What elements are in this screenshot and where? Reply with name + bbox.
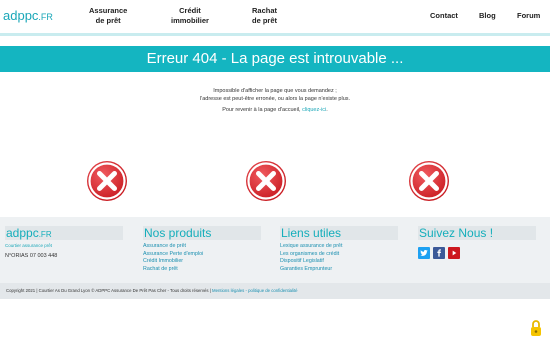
footer-products-title: Nos produits bbox=[143, 226, 261, 240]
site-logo[interactable]: adppc.FR bbox=[3, 8, 53, 23]
logo-main: adppc bbox=[3, 8, 39, 23]
logo-tld: .FR bbox=[38, 12, 53, 22]
error-x-icon bbox=[87, 161, 127, 201]
error-banner: Erreur 404 - La page est introuvable ... bbox=[0, 46, 550, 72]
social-links bbox=[418, 247, 536, 259]
footer-link[interactable]: Dispositif Legislatif bbox=[280, 258, 398, 266]
error-x-icon bbox=[409, 161, 449, 201]
back-home-link[interactable]: cliquez-ici bbox=[302, 107, 326, 113]
nav-label-line2: immobilier bbox=[171, 16, 209, 25]
header-divider bbox=[0, 33, 550, 36]
footer-link[interactable]: Garanties Emprunteur bbox=[280, 266, 398, 274]
youtube-icon[interactable] bbox=[448, 247, 460, 259]
footer-brand-name: adppc bbox=[6, 226, 39, 240]
footer-useful-column: Liens utiles Lexique assurance de prêt L… bbox=[280, 226, 398, 273]
footer-link[interactable]: Crédit Immobilier bbox=[143, 258, 261, 266]
footer-follow-column: Suivez Nous ! bbox=[418, 226, 536, 259]
padlock-icon[interactable] bbox=[530, 319, 542, 337]
nav-forum[interactable]: Forum bbox=[517, 11, 540, 20]
twitter-icon[interactable] bbox=[418, 247, 430, 259]
error-message-line1: Impossible d'afficher la page que vous d… bbox=[213, 88, 337, 94]
back-home-text: Pour revenir à la page d'accueil, clique… bbox=[0, 107, 550, 113]
back-home-prefix: Pour revenir à la page d'accueil, bbox=[222, 107, 303, 113]
nav-label-line1: Rachat bbox=[252, 6, 278, 15]
nav-label-line1: Assurance bbox=[89, 6, 128, 15]
back-home-suffix: . bbox=[326, 107, 328, 113]
nav-label-line2: de prêt bbox=[95, 16, 121, 25]
nav-label-line2: de prêt bbox=[252, 16, 278, 25]
footer-link[interactable]: Les organismes de crédit bbox=[280, 251, 398, 259]
legal-mentions-link[interactable]: Mentions légales - politique de confiden… bbox=[212, 288, 298, 293]
error-x-icon bbox=[246, 161, 286, 201]
footer-brand-column: adppc.FR Courtier assurance prêt N°ORIAS… bbox=[5, 226, 123, 259]
footer-products-links: Assurance de prêt Assurance Perte d'empl… bbox=[143, 243, 261, 273]
footer-brand-title: adppc.FR bbox=[5, 226, 123, 240]
nav-contact[interactable]: Contact bbox=[430, 11, 458, 20]
footer-link[interactable]: Rachat de prêt bbox=[143, 266, 261, 274]
footer-brand-subtitle: Courtier assurance prêt bbox=[5, 243, 53, 248]
footer-useful-links: Lexique assurance de prêt Les organismes… bbox=[280, 243, 398, 273]
footer-link[interactable]: Assurance Perte d'emploi bbox=[143, 251, 261, 259]
nav-credit-immobilier[interactable]: Crédit immobilier bbox=[171, 6, 209, 26]
footer-brand-tld: .FR bbox=[38, 230, 52, 239]
nav-rachat-de-pret[interactable]: Rachat de prêt bbox=[252, 6, 277, 26]
site-header: adppc.FR Assurance de prêt Crédit immobi… bbox=[0, 0, 550, 33]
facebook-icon[interactable] bbox=[433, 247, 445, 259]
nav-assurance-de-pret[interactable]: Assurance de prêt bbox=[89, 6, 127, 26]
nav-label-line1: Crédit bbox=[179, 6, 201, 15]
footer-useful-title: Liens utiles bbox=[280, 226, 398, 240]
nav-blog[interactable]: Blog bbox=[479, 11, 496, 20]
copyright-text: Copyright 2021 | Courtier As Du Grand Ly… bbox=[6, 288, 213, 293]
error-message-line2: l'adresse est peut-être erronée, ou alor… bbox=[199, 96, 351, 102]
footer-link[interactable]: Lexique assurance de prêt bbox=[280, 243, 398, 251]
copyright-bar: Copyright 2021 | Courtier As Du Grand Ly… bbox=[0, 283, 550, 299]
footer-follow-title: Suivez Nous ! bbox=[418, 226, 536, 240]
footer-link[interactable]: Assurance de prêt bbox=[143, 243, 261, 251]
error-message: Impossible d'afficher la page que vous d… bbox=[0, 87, 550, 103]
footer-products-column: Nos produits Assurance de prêt Assurance… bbox=[143, 226, 261, 273]
footer-orias: N°ORIAS 07 003 448 bbox=[5, 253, 58, 259]
